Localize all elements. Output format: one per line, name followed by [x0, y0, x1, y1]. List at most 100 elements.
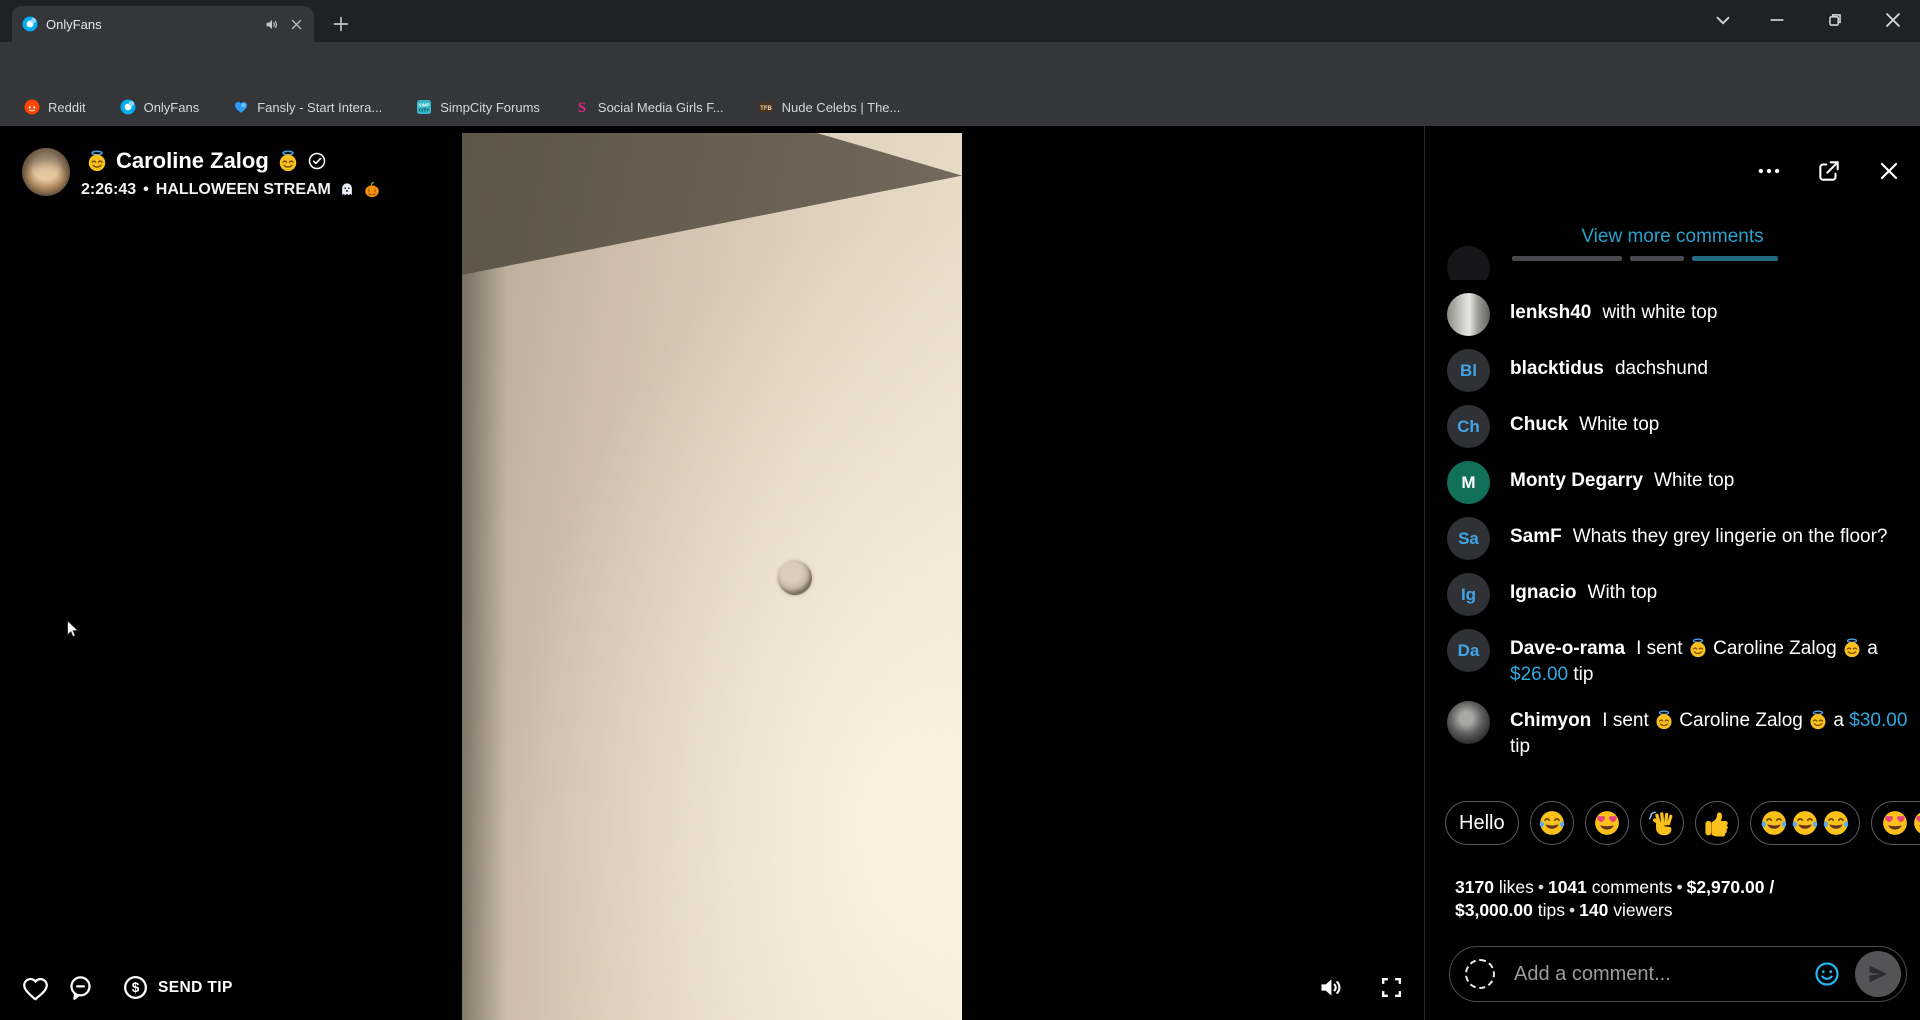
browser-window: OnlyFans onlyfans.com/carolinezalog/live…: [0, 0, 1920, 1020]
illegible-comment-text: [1512, 256, 1778, 280]
comment-avatar[interactable]: Bl: [1447, 349, 1490, 392]
comment-text: dachshund: [1615, 358, 1708, 379]
video-door-knob: [778, 561, 812, 595]
comment-avatar[interactable]: [1447, 701, 1490, 744]
window-minimize-button[interactable]: [1766, 9, 1788, 31]
comment-avatar[interactable]: M: [1447, 461, 1490, 504]
comment-row: Ch Chuck White top: [1447, 405, 1908, 448]
comment-username[interactable]: Dave-o-rama: [1510, 638, 1625, 659]
new-tab-button[interactable]: [330, 13, 352, 35]
tab-strip: OnlyFans: [0, 0, 1920, 42]
comment-username[interactable]: lenksh40: [1510, 302, 1591, 323]
tab-close-icon[interactable]: [289, 17, 304, 32]
em-joy-icon: [1821, 808, 1851, 838]
reaction-chip-emoji[interactable]: [1530, 801, 1574, 845]
comment-avatar[interactable]: Ch: [1447, 405, 1490, 448]
mouse-cursor: [62, 618, 84, 640]
send-tip-button[interactable]: SEND TIP: [158, 979, 233, 997]
composer-avatar-placeholder: [1465, 959, 1495, 989]
reaction-chip-emoji[interactable]: [1871, 801, 1920, 845]
fav-tfb: [758, 99, 774, 115]
comment-username[interactable]: SamF: [1510, 526, 1562, 547]
close-panel-button[interactable]: [1876, 158, 1902, 184]
fullscreen-icon[interactable]: [1379, 975, 1404, 1000]
bookmark-label: Social Media Girls F...: [598, 100, 724, 115]
comment-input[interactable]: [1512, 962, 1813, 987]
comment-row: Bl blacktidus dachshund: [1447, 349, 1908, 392]
like-heart-icon[interactable]: [22, 974, 49, 1001]
send-tip-icon[interactable]: [122, 974, 149, 1001]
halo-emoji: [86, 150, 108, 172]
comment-text: Whats they grey lingerie on the floor?: [1573, 526, 1888, 547]
reaction-chip-emoji[interactable]: [1585, 801, 1629, 845]
tip-amount: $30.00: [1849, 710, 1907, 731]
stream-title: HALLOWEEN STREAM: [156, 181, 331, 199]
comments-panel: View more comments lenksh40 with white to…: [1424, 126, 1920, 1020]
comment-username[interactable]: Ignacio: [1510, 582, 1577, 603]
live-video[interactable]: [462, 133, 962, 1020]
emoji-picker-icon[interactable]: [1813, 960, 1841, 988]
comment-username[interactable]: blacktidus: [1510, 358, 1604, 379]
fav-smg: [574, 99, 590, 115]
stream-stats: 3170 likes•1041 comments•$2,970.00 / $3,…: [1455, 876, 1855, 922]
comment-text: White top: [1654, 470, 1734, 491]
ghost-emoji: [338, 181, 356, 199]
tab-title: OnlyFans: [46, 17, 102, 32]
reaction-chips: Hello: [1445, 801, 1920, 849]
window-restore-button[interactable]: [1824, 9, 1846, 31]
comment-composer: [1449, 946, 1907, 1002]
comment-avatar[interactable]: Da: [1447, 629, 1490, 672]
comments-list: lenksh40 with white top Bl blacktidus dachsh…: [1447, 246, 1908, 773]
em-hearteyes-icon: [1911, 808, 1920, 838]
bookmark-item[interactable]: Nude Celebs | The...: [758, 99, 901, 115]
bookmark-item[interactable]: Social Media Girls F...: [574, 99, 724, 115]
comment-text: with white top: [1602, 302, 1717, 323]
comment-username[interactable]: Chimyon: [1510, 710, 1591, 731]
comment-avatar[interactable]: [1447, 293, 1490, 336]
comment-row: Sa SamF Whats they grey lingerie on the fl…: [1447, 517, 1908, 560]
reaction-chip-emoji[interactable]: [1695, 801, 1739, 845]
streamer-avatar[interactable]: [22, 148, 70, 196]
bookmark-label: Nude Celebs | The...: [782, 100, 901, 115]
bookmark-item[interactable]: OnlyFans: [120, 99, 200, 115]
stream-elapsed-time: 2:26:43: [81, 181, 136, 199]
video-ceiling-region: [462, 133, 962, 1020]
stream-header: Caroline Zalog 2:26:43 • HALLOWEEN STREA…: [22, 148, 381, 199]
view-more-comments-link[interactable]: View more comments: [1425, 226, 1920, 248]
toggle-comments-icon[interactable]: [67, 974, 94, 1001]
tab-onlyfans[interactable]: OnlyFans: [12, 6, 314, 42]
bookmark-item[interactable]: Fansly - Start Intera...: [233, 99, 382, 115]
em-joy-icon: [1759, 808, 1789, 838]
bookmark-item[interactable]: SimpCity Forums: [416, 99, 540, 115]
em-hearteyes-icon: [1592, 808, 1622, 838]
reaction-chip-emoji[interactable]: [1750, 801, 1860, 845]
comment-avatar: [1447, 246, 1490, 280]
onlyfans-favicon: [22, 16, 38, 32]
streamer-name[interactable]: Caroline Zalog: [116, 148, 269, 174]
comment-row: IgIgnacioWith top: [1447, 573, 1908, 616]
tab-audio-icon[interactable]: [264, 17, 279, 32]
reaction-chip-emoji[interactable]: [1640, 801, 1684, 845]
bookmark-label: OnlyFans: [144, 100, 200, 115]
share-stream-button[interactable]: [1816, 158, 1842, 184]
verified-badge-icon: [307, 151, 327, 171]
pumpkin-emoji: [363, 181, 381, 199]
comment-text: White top: [1579, 414, 1659, 435]
comment-row: ChimyonI sent Caroline Zalog a $30.00 ti…: [1447, 701, 1908, 760]
comment-row-faded: [1447, 246, 1908, 280]
reaction-chip-hello[interactable]: Hello: [1445, 801, 1519, 845]
live-page: Caroline Zalog 2:26:43 • HALLOWEEN STREA…: [0, 126, 1920, 1020]
bookmark-label: Fansly - Start Intera...: [257, 100, 382, 115]
halo-emoji: [1688, 638, 1708, 658]
volume-icon[interactable]: [1317, 974, 1344, 1001]
more-options-button[interactable]: [1756, 158, 1782, 184]
send-comment-button[interactable]: [1855, 951, 1901, 997]
window-close-button[interactable]: [1882, 9, 1904, 31]
tab-search-chevron-icon[interactable]: [1712, 9, 1734, 31]
comment-avatar[interactable]: Ig: [1447, 573, 1490, 616]
bookmark-item[interactable]: Reddit: [24, 99, 86, 115]
comment-avatar[interactable]: Sa: [1447, 517, 1490, 560]
bookmark-label: SimpCity Forums: [440, 100, 540, 115]
comment-username[interactable]: Monty Degarry: [1510, 470, 1643, 491]
comment-username[interactable]: Chuck: [1510, 414, 1568, 435]
